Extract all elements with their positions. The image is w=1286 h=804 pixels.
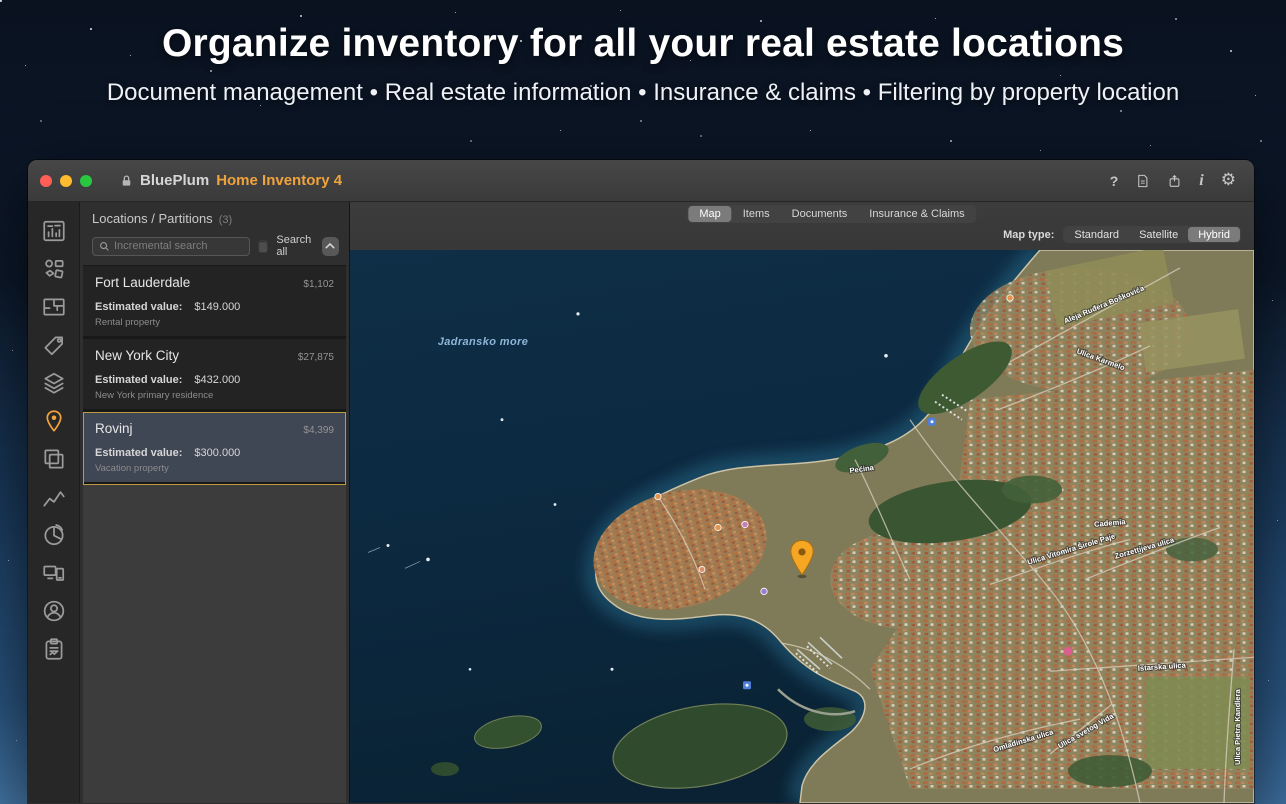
- marketing-hero: Organize inventory for all your real est…: [0, 0, 1286, 107]
- view-tabs: Map Items Documents Insurance & Claims: [687, 205, 976, 223]
- location-note: New York primary residence: [95, 390, 334, 401]
- map-header: Map Items Documents Insurance & Claims M…: [350, 202, 1254, 250]
- panel-title: Locations / Partitions: [92, 211, 213, 226]
- location-total: $1,102: [303, 279, 334, 290]
- map-type-hybrid[interactable]: Hybrid: [1188, 227, 1240, 242]
- close-window-button[interactable]: [40, 175, 52, 187]
- location-note: Rental property: [95, 317, 334, 328]
- map[interactable]: Jadransko more Aleja Ruđera Boškovića Ul…: [350, 250, 1254, 803]
- estimated-value-label: Estimated value:: [95, 301, 182, 313]
- sidebar-item-overview[interactable]: [36, 215, 72, 246]
- hero-title: Organize inventory for all your real est…: [0, 22, 1286, 66]
- sidebar-item-charts[interactable]: [36, 519, 72, 550]
- location-row-rovinj[interactable]: Rovinj $4,399 Estimated value: $300.000 V…: [83, 412, 346, 485]
- zoom-window-button[interactable]: [80, 175, 92, 187]
- svg-text:Ulica Pietra Kandlera: Ulica Pietra Kandlera: [1233, 688, 1242, 765]
- sidebar-item-floor-plan[interactable]: [36, 291, 72, 322]
- hero-subtitle: Document management • Real estate inform…: [0, 79, 1286, 107]
- estimated-value: $300.000: [194, 447, 240, 459]
- document-title: Home Inventory 4: [216, 172, 342, 189]
- app-window: BluePlum Home Inventory 4 ? i ⚙: [28, 160, 1254, 804]
- map-type-satellite[interactable]: Satellite: [1129, 227, 1188, 242]
- satellite-map: Jadransko more Aleja Ruđera Boškovića Ul…: [350, 250, 1254, 803]
- location-row-fort-lauderdale[interactable]: Fort Lauderdale $1,102 Estimated value: $…: [83, 266, 346, 339]
- map-section: Map Items Documents Insurance & Claims M…: [350, 202, 1254, 803]
- tab-map[interactable]: Map: [688, 206, 731, 222]
- sidebar-item-statistics[interactable]: [36, 481, 72, 512]
- location-name: New York City: [95, 348, 179, 363]
- sea-label: Jadransko more: [438, 336, 529, 348]
- settings-gear-icon[interactable]: ⚙: [1221, 172, 1236, 189]
- map-type-control: Map type: Standard Satellite Hybrid: [1003, 226, 1241, 243]
- sidebar-item-contacts[interactable]: [36, 595, 72, 626]
- sidebar-iconbar: [28, 202, 80, 803]
- sidebar-item-locations[interactable]: [36, 405, 72, 436]
- lock-icon: [120, 174, 133, 188]
- document-icon[interactable]: [1135, 173, 1150, 189]
- collapse-panel-button[interactable]: [322, 237, 339, 256]
- location-note: Vacation property: [95, 463, 334, 474]
- estimated-value-label: Estimated value:: [95, 447, 182, 459]
- map-type-label: Map type:: [1003, 229, 1054, 241]
- chevron-up-icon: [325, 242, 335, 250]
- search-row: Search all: [80, 231, 349, 265]
- location-name: Fort Lauderdale: [95, 275, 190, 290]
- help-icon[interactable]: ?: [1110, 173, 1119, 189]
- sidebar-item-photos[interactable]: [36, 443, 72, 474]
- search-input[interactable]: [114, 240, 243, 252]
- tab-insurance-claims[interactable]: Insurance & Claims: [858, 206, 975, 222]
- sidebar-item-tags[interactable]: [36, 329, 72, 360]
- tab-items[interactable]: Items: [732, 206, 781, 222]
- share-icon[interactable]: [1167, 173, 1182, 189]
- search-all-label: Search all: [276, 234, 313, 258]
- app-name: BluePlum: [140, 172, 209, 189]
- location-row-new-york-city[interactable]: New York City $27,875 Estimated value: $4…: [83, 339, 346, 412]
- titlebar-toolbar: ? i ⚙: [1110, 160, 1236, 201]
- sidebar-item-devices[interactable]: [36, 557, 72, 588]
- search-icon: [99, 241, 110, 252]
- sidebar-item-reports[interactable]: [36, 633, 72, 664]
- search-all-checkbox[interactable]: [258, 240, 268, 253]
- sidebar-item-collections[interactable]: [36, 367, 72, 398]
- location-total: $4,399: [303, 425, 334, 436]
- window-title: BluePlum Home Inventory 4: [120, 172, 342, 189]
- estimated-value: $149.000: [194, 301, 240, 313]
- location-name: Rovinj: [95, 421, 133, 436]
- locations-panel: Locations / Partitions (3) Search all: [80, 202, 350, 803]
- locations-list: Fort Lauderdale $1,102 Estimated value: $…: [83, 265, 346, 803]
- estimated-value: $432.000: [194, 374, 240, 386]
- search-field[interactable]: [92, 237, 250, 256]
- locations-panel-header: Locations / Partitions (3): [80, 202, 349, 231]
- window-controls: [40, 175, 92, 187]
- location-total: $27,875: [298, 352, 334, 363]
- tab-documents[interactable]: Documents: [781, 206, 859, 222]
- map-type-segmented: Standard Satellite Hybrid: [1063, 226, 1241, 243]
- locations-count: (3): [219, 214, 232, 226]
- minimize-window-button[interactable]: [60, 175, 72, 187]
- estimated-value-label: Estimated value:: [95, 374, 182, 386]
- map-type-standard[interactable]: Standard: [1064, 227, 1129, 242]
- sidebar-item-items[interactable]: [36, 253, 72, 284]
- titlebar: BluePlum Home Inventory 4 ? i ⚙: [28, 160, 1254, 202]
- info-icon[interactable]: i: [1199, 172, 1203, 190]
